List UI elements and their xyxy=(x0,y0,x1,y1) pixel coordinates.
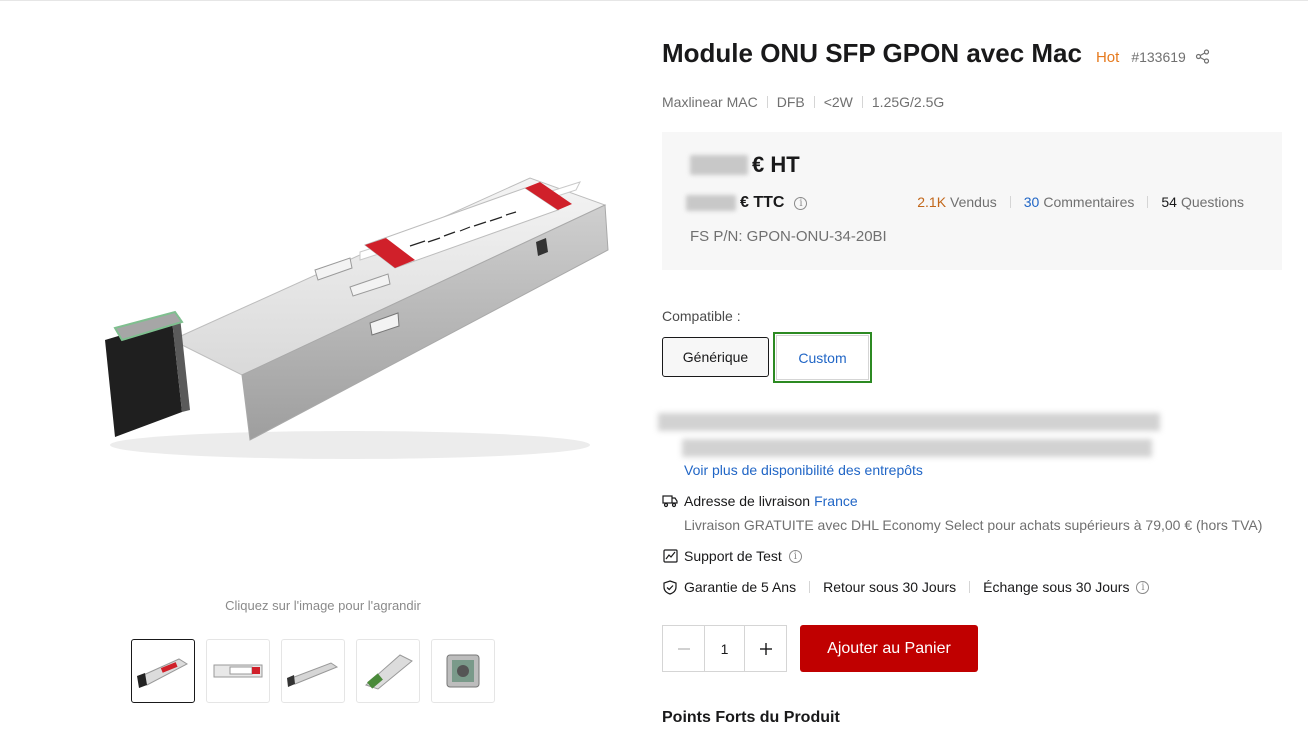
price-panel: € HT € TTC i 2.1K Vendus 30 Commentaires… xyxy=(662,132,1282,270)
warranty-label: Garantie de 5 Ans xyxy=(684,579,797,595)
product-stats: 2.1K Vendus 30 Commentaires 54 Questions xyxy=(917,194,1244,210)
reviews-label[interactable]: Commentaires xyxy=(1043,194,1134,210)
exchange-label: Échange sous 30 Jours xyxy=(983,579,1130,595)
chart-icon xyxy=(662,548,678,564)
shipping-label: Adresse de livraison xyxy=(684,493,811,509)
info-icon[interactable]: i xyxy=(788,549,802,563)
quantity-stepper: 1 xyxy=(662,625,787,672)
product-sku: #133619 xyxy=(1131,49,1186,65)
reviews-count[interactable]: 30 xyxy=(1024,194,1040,210)
price-ht-value-redacted xyxy=(690,155,748,175)
divider xyxy=(1009,196,1011,208)
test-support-label: Support de Test xyxy=(684,548,782,564)
price-ttc: € TTC i xyxy=(686,194,808,212)
add-to-cart-button[interactable]: Ajouter au Panier xyxy=(800,625,978,672)
warehouse-availability-link[interactable]: Voir plus de disponibilité des entrepôts xyxy=(684,462,923,478)
plus-icon[interactable] xyxy=(745,626,786,671)
thumbnail-strip xyxy=(131,639,495,703)
spec-rate: 1.25G/2.5G xyxy=(871,94,945,110)
hot-badge: Hot xyxy=(1095,49,1120,66)
divider xyxy=(1147,196,1149,208)
questions-count[interactable]: 54 xyxy=(1161,194,1177,210)
price-ttc-value-redacted xyxy=(686,195,736,211)
availability-redacted-line-2 xyxy=(682,439,1152,457)
shipping-note: Livraison GRATUITE avec DHL Economy Sele… xyxy=(684,517,1263,533)
thumbnail-3[interactable] xyxy=(281,639,345,703)
spec-power: <2W xyxy=(823,94,853,110)
product-main-image[interactable] xyxy=(60,150,620,480)
shield-check-icon xyxy=(662,579,678,595)
product-title-row: Module ONU SFP GPON avec Mac Hot #133619 xyxy=(662,38,1210,69)
compatibility-label: Compatible : xyxy=(662,308,741,324)
minus-icon[interactable] xyxy=(663,626,704,671)
spec-mac: Maxlinear MAC xyxy=(662,94,758,110)
returns-label: Retour sous 30 Jours xyxy=(823,579,957,595)
price-ht-suffix: € HT xyxy=(752,152,800,177)
availability-redacted-line-1 xyxy=(658,413,1160,431)
sold-label: Vendus xyxy=(950,194,997,210)
price-ttc-suffix: € TTC xyxy=(740,194,785,211)
top-divider xyxy=(0,0,1308,1)
zoom-hint-text: Cliquez sur l'image pour l'agrandir xyxy=(225,598,421,613)
divider xyxy=(809,581,811,593)
price-ht: € HT xyxy=(690,152,800,178)
spec-tags: Maxlinear MAC DFB <2W 1.25G/2.5G xyxy=(662,94,944,110)
info-icon[interactable]: i xyxy=(794,196,808,210)
info-icon[interactable]: i xyxy=(1136,580,1150,594)
divider xyxy=(969,581,971,593)
spec-laser: DFB xyxy=(776,94,805,110)
option-generic-button[interactable]: Générique xyxy=(662,337,769,377)
thumbnail-5[interactable] xyxy=(431,639,495,703)
truck-icon xyxy=(662,493,678,509)
questions-label[interactable]: Questions xyxy=(1181,194,1244,210)
thumbnail-2[interactable] xyxy=(206,639,270,703)
quantity-input[interactable]: 1 xyxy=(704,626,745,671)
product-highlights-heading: Points Forts du Produit xyxy=(662,709,840,726)
test-support-row: Support de Test i xyxy=(662,548,802,564)
guarantee-row: Garantie de 5 Ans Retour sous 30 Jours É… xyxy=(662,579,1150,595)
sold-count: 2.1K xyxy=(917,194,947,210)
divider xyxy=(861,96,863,108)
divider xyxy=(766,96,768,108)
shipping-country-link[interactable]: France xyxy=(814,493,858,509)
part-number: FS P/N: GPON-ONU-34-20BI xyxy=(690,228,887,245)
option-custom-label: Custom xyxy=(776,335,869,380)
thumbnail-4[interactable] xyxy=(356,639,420,703)
thumbnail-1[interactable] xyxy=(131,639,195,703)
divider xyxy=(813,96,815,108)
product-title: Module ONU SFP GPON avec Mac xyxy=(662,38,1082,68)
shipping-row: Adresse de livraison France xyxy=(662,493,858,509)
option-custom-button[interactable]: Custom xyxy=(773,332,872,383)
share-icon[interactable] xyxy=(1195,49,1210,69)
